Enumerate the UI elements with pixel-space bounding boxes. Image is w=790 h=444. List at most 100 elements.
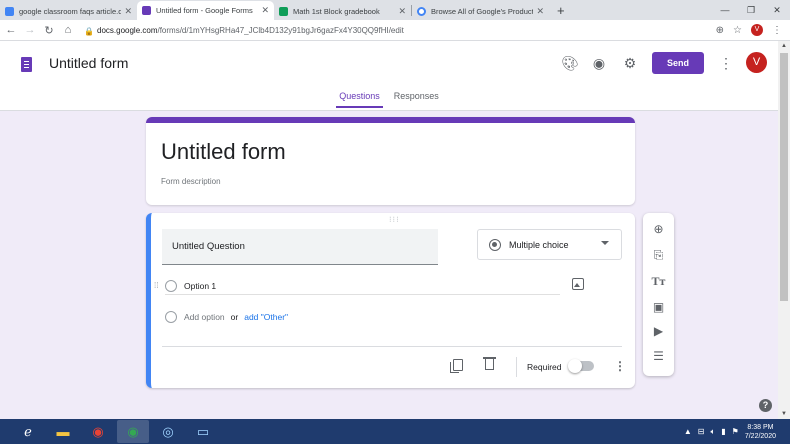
browser-tab-forms[interactable]: Untitled form - Google Forms ✕ [137, 1, 274, 20]
restore-icon[interactable]: ❐ [738, 0, 764, 20]
app-window-icon[interactable]: ▭ [187, 420, 219, 443]
duplicate-icon[interactable] [450, 359, 463, 373]
media-player-icon[interactable]: ◎ [152, 420, 184, 443]
chrome-active-icon[interactable]: ◉ [117, 420, 149, 443]
bookmark-star-icon[interactable]: ☆ [733, 25, 742, 36]
close-tab-icon[interactable]: ✕ [398, 6, 406, 17]
flag-icon[interactable]: ⚑ [732, 427, 739, 436]
browser-tab-label: Math 1st Block gradebook [293, 6, 380, 16]
google-favicon-icon [417, 6, 426, 16]
question-more-icon[interactable]: ⋮ [614, 359, 626, 373]
url-host: docs.google.com [97, 25, 158, 35]
scroll-down-icon[interactable]: ▼ [778, 411, 790, 417]
form-description-input[interactable]: Form description [161, 177, 221, 186]
browser-tab-docs[interactable]: google classroom faqs article.do ✕ [0, 2, 137, 20]
user-avatar[interactable]: V [746, 52, 767, 73]
chrome-icon[interactable]: ◉ [82, 420, 114, 443]
lock-icon: 🔒 [84, 26, 94, 36]
option-radio-icon [165, 279, 177, 292]
form-title-header[interactable]: Untitled form [49, 55, 128, 71]
windows-taskbar: ℯ ▬ ◉ ◉ ◎ ▭ ▲ ⊟ 🔈︎ ▮ ⚑ 8:38 PM 7/22/2020 [0, 419, 790, 444]
option-row[interactable]: Option 1 [165, 277, 560, 295]
add-section-icon[interactable]: ☰ [651, 349, 666, 364]
volume-icon[interactable]: 🔈︎ [710, 427, 715, 437]
forms-header: Untitled form 🎨︎ ◉ ⚙ Send ⋮ V Questions … [0, 41, 778, 111]
minimize-icon[interactable]: — [712, 0, 738, 20]
add-image-icon[interactable] [572, 278, 584, 290]
browser-tab-label: Untitled form - Google Forms [156, 6, 253, 15]
ie-browser-icon[interactable]: ℯ [12, 420, 44, 443]
question-title-input[interactable]: Untitled Question [162, 229, 438, 265]
add-option-row: Add option or add "Other" [165, 308, 288, 326]
required-toggle[interactable] [568, 359, 594, 373]
docs-favicon-icon [5, 6, 14, 16]
add-title-text-icon[interactable]: Tт [651, 274, 666, 289]
new-tab-icon[interactable]: + [549, 3, 573, 18]
required-label: Required [527, 362, 562, 372]
file-explorer-icon[interactable]: ▬ [47, 420, 79, 443]
form-title-input[interactable]: Untitled form [161, 139, 286, 165]
url-field[interactable]: 🔒 docs.google.com/forms/d/1mYHsgRHa47_JC… [84, 25, 716, 36]
add-question-icon[interactable]: ⊕ [651, 222, 666, 237]
option-radio-icon [165, 311, 177, 323]
window-controls: — ❐ ✕ [712, 0, 790, 20]
chrome-menu-icon[interactable]: ⋮ [772, 25, 782, 36]
close-tab-icon[interactable]: ✕ [124, 6, 132, 17]
option-1-input[interactable]: Option 1 [184, 281, 216, 291]
dropdown-caret-icon [601, 241, 609, 245]
close-tab-icon[interactable]: ✕ [536, 6, 544, 17]
scroll-up-icon[interactable]: ▲ [778, 43, 790, 49]
question-type-label: Multiple choice [509, 239, 569, 250]
question-card: ⁝⁝⁝ Untitled Question Multiple choice ⁞⁞… [146, 213, 635, 388]
browser-tab-label: google classroom faqs article.do [19, 6, 122, 16]
help-icon[interactable]: ? [759, 399, 772, 412]
address-bar: ← → ↻ ⌂ 🔒 docs.google.com/forms/d/1mYHsg… [0, 20, 790, 41]
palette-icon[interactable]: 🎨︎ [561, 55, 579, 71]
system-tray: ▲ ⊟ 🔈︎ ▮ ⚑ 8:38 PM 7/22/2020 [684, 419, 776, 444]
add-option-link[interactable]: Add option [184, 312, 225, 322]
delete-trash-icon[interactable] [483, 357, 496, 370]
question-type-select[interactable]: Multiple choice [477, 229, 622, 260]
form-tabs: Questions Responses [0, 91, 778, 108]
radio-button-icon [489, 238, 501, 251]
add-video-icon[interactable]: ▶ [651, 324, 666, 339]
clock-time: 8:38 PM [747, 423, 774, 431]
import-questions-icon[interactable]: ⎘ [651, 248, 666, 263]
form-title-card: Untitled form Form description [146, 117, 635, 205]
more-options-icon[interactable]: ⋮ [719, 55, 733, 72]
zoom-icon[interactable]: ⊕ [716, 25, 724, 36]
option-drag-handle-icon[interactable]: ⁞⁞ [154, 281, 158, 290]
send-button[interactable]: Send [652, 52, 704, 74]
profile-avatar[interactable]: V [751, 24, 763, 36]
classroom-favicon-icon [279, 6, 288, 16]
or-text: or [230, 312, 239, 322]
add-image-tool-icon[interactable]: ▣ [651, 300, 666, 315]
scrollbar-thumb[interactable] [780, 53, 788, 301]
address-bar-actions: ⊕ ☆ V ⋮ [716, 24, 782, 36]
forms-logo-icon[interactable] [21, 57, 32, 72]
drag-handle-icon[interactable]: ⁝⁝⁝ [389, 215, 400, 224]
question-footer: Required ⋮ [162, 346, 626, 386]
reload-icon[interactable]: ↻ [41, 24, 57, 37]
tray-arrow-icon[interactable]: ▲ [684, 427, 692, 436]
clock-date: 7/22/2020 [744, 432, 776, 440]
signal-icon[interactable]: ▮ [721, 427, 725, 436]
tab-questions[interactable]: Questions [336, 91, 383, 108]
forward-icon[interactable]: → [22, 24, 38, 36]
back-icon[interactable]: ← [3, 24, 19, 36]
clock[interactable]: 8:38 PM 7/22/2020 [745, 423, 776, 441]
add-other-link[interactable]: add "Other" [244, 312, 288, 322]
browser-tab-gradebook[interactable]: Math 1st Block gradebook ✕ [274, 2, 411, 20]
close-tab-icon[interactable]: ✕ [261, 5, 269, 16]
home-icon[interactable]: ⌂ [60, 24, 76, 36]
close-window-icon[interactable]: ✕ [764, 0, 790, 20]
network-icon[interactable]: ⊟ [698, 427, 705, 436]
settings-gear-icon[interactable]: ⚙ [622, 55, 638, 71]
browser-tab-products[interactable]: Browse All of Google's Products ✕ [412, 2, 549, 20]
tab-responses[interactable]: Responses [391, 91, 442, 108]
url-path: /forms/d/1mYHsgRHa47_JClb4D132y91bgJr6ga… [157, 25, 404, 35]
browser-tab-label: Browse All of Google's Products [431, 6, 534, 16]
page-scrollbar[interactable]: ▲ ▼ [778, 41, 790, 419]
preview-eye-icon[interactable]: ◉ [591, 55, 607, 71]
browser-tab-bar: google classroom faqs article.do ✕ Untit… [0, 0, 790, 20]
